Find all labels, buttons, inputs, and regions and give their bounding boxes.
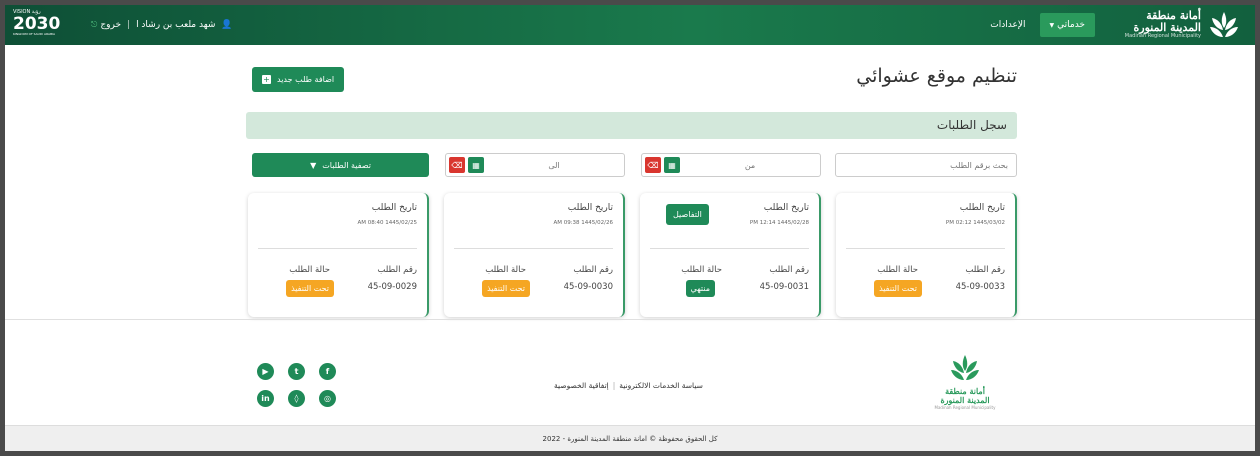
status-badge: تحت التنفيذ <box>482 280 530 297</box>
top-header: أمانة منطقة المدينة المنورة Madinah Regi… <box>5 5 1255 45</box>
privacy-link[interactable]: إتفاقية الخصوصية <box>554 381 609 390</box>
logout-icon: ⎋ <box>91 20 98 29</box>
date-from-field[interactable]: ⌫ ▦ من <box>641 153 821 177</box>
copyright-bar: كل الحقوق محفوظة © امانة منطقة المدينة ا… <box>5 425 1255 451</box>
brand-logo[interactable]: أمانة منطقة المدينة المنورة Madinah Regi… <box>1125 9 1241 41</box>
footer-links: سياسة الخدمات الالكترونية | إتفاقية الخص… <box>554 381 703 390</box>
footer-brand-line2: المدينة المنورة <box>940 394 990 405</box>
request-card: تاريخ الطلب AM 08:40 1445/02/25 رقم الطل… <box>248 193 429 317</box>
clear-date-icon[interactable]: ⌫ <box>645 157 661 173</box>
status-badge: تحت التنفيذ <box>874 280 922 297</box>
main-nav: خدماتي ▼ الإعدادات <box>990 5 1095 45</box>
status-label: حالة الطلب <box>681 265 722 275</box>
request-card: تاريخ الطلب AM 09:38 1445/02/26 رقم الطل… <box>444 193 625 317</box>
twitter-icon[interactable]: t <box>288 363 305 380</box>
request-datetime: AM 08:40 1445/02/25 <box>357 220 417 226</box>
nav-my-services[interactable]: خدماتي ▼ <box>1039 13 1095 37</box>
footer-logo: أمانة منطقة المدينة المنورة Madinah Regi… <box>923 353 1007 410</box>
request-number: 45-09-0030 <box>563 282 613 292</box>
user-separator: | <box>127 20 131 30</box>
date-label: تاريخ الطلب <box>371 203 417 213</box>
date-to-field[interactable]: ⌫ ▦ الى <box>445 153 625 177</box>
vision-sub: KINGDOM OF SAUDI ARABIA <box>13 32 56 36</box>
logout-label: خروج <box>100 20 122 30</box>
youtube-icon[interactable]: ▶ <box>257 363 274 380</box>
status-label: حالة الطلب <box>289 265 330 275</box>
status-label: حالة الطلب <box>877 265 918 275</box>
plus-square-icon: + <box>262 75 271 84</box>
status-badge: منتهي <box>685 280 715 297</box>
nav-settings[interactable]: الإعدادات <box>990 20 1025 30</box>
request-number: 45-09-0031 <box>759 282 809 292</box>
add-request-button[interactable]: اضافة طلب جديد + <box>252 67 345 92</box>
date-label: تاريخ الطلب <box>959 203 1005 213</box>
request-card: تاريخ الطلب PM 02:12 1445/03/02 رقم الطل… <box>836 193 1017 317</box>
filter-requests-button[interactable]: تصفية الطلبات ▼ <box>252 153 429 177</box>
vision-2030-logo: VISION رؤية 2030 KINGDOM OF SAUDI ARABIA <box>13 9 73 41</box>
links-separator: | <box>612 381 616 390</box>
number-label: رقم الطلب <box>965 265 1005 275</box>
date-to-label: الى <box>548 160 560 170</box>
user-icon: 👤 <box>221 20 233 30</box>
request-datetime: PM 12:14 1445/02/28 <box>749 220 809 226</box>
footer-brand-en: Madinah Regional Municipality <box>934 404 996 410</box>
add-request-label: اضافة طلب جديد <box>277 75 335 84</box>
card-divider <box>454 248 613 249</box>
footer-divider <box>5 319 1255 320</box>
number-label: رقم الطلب <box>377 265 417 275</box>
card-divider <box>258 248 417 249</box>
request-number: 45-09-0033 <box>955 282 1005 292</box>
vision-number: 2030 <box>13 14 61 34</box>
date-label: تاريخ الطلب <box>567 203 613 213</box>
brand-en: Madinah Regional Municipality <box>1124 33 1201 40</box>
number-label: رقم الطلب <box>769 265 809 275</box>
user-name: شهد ملعب بن رشاد ا <box>136 20 216 30</box>
date-from-label: من <box>744 160 756 170</box>
funnel-icon: ▼ <box>310 160 317 170</box>
requests-cards: تاريخ الطلب PM 02:12 1445/03/02 رقم الطل… <box>246 193 1017 323</box>
nav-my-services-label: خدماتي <box>1057 20 1085 30</box>
request-number: 45-09-0029 <box>367 282 417 292</box>
request-datetime: AM 09:38 1445/02/26 <box>553 220 613 226</box>
app-frame: أمانة منطقة المدينة المنورة Madinah Regi… <box>5 5 1255 451</box>
clear-date-icon[interactable]: ⌫ <box>449 157 465 173</box>
municipality-leaf-icon <box>951 355 979 380</box>
caret-down-icon: ▼ <box>1049 21 1055 29</box>
municipality-leaf-icon <box>1210 12 1238 37</box>
card-divider <box>846 248 1005 249</box>
snapchat-icon[interactable]: ◊ <box>288 390 305 407</box>
eservices-policy-link[interactable]: سياسة الخدمات الالكترونية <box>619 381 703 390</box>
card-divider <box>650 248 809 249</box>
calendar-icon[interactable]: ▦ <box>664 157 680 173</box>
date-label: تاريخ الطلب <box>763 203 809 213</box>
requests-log-bar: سجل الطلبات <box>246 112 1017 139</box>
filters-row: ⌫ ▦ من ⌫ ▦ الى تصفية الطلبات ▼ <box>246 153 1017 177</box>
instagram-icon[interactable]: ◎ <box>319 390 336 407</box>
request-datetime: PM 02:12 1445/03/02 <box>945 220 1005 226</box>
logout-link[interactable]: خروج ⎋ <box>91 20 121 30</box>
search-input[interactable] <box>835 153 1017 177</box>
details-button[interactable]: التفاصيل <box>666 204 709 225</box>
linkedin-icon[interactable]: in <box>257 390 274 407</box>
request-card: تاريخ الطلب PM 12:14 1445/02/28 التفاصيل… <box>640 193 821 317</box>
page-title: تنظيم موقع عشوائي <box>856 65 1017 87</box>
status-badge: تحت التنفيذ <box>286 280 334 297</box>
number-label: رقم الطلب <box>573 265 613 275</box>
filter-label: تصفية الطلبات <box>322 160 371 170</box>
status-label: حالة الطلب <box>485 265 526 275</box>
user-area: 👤 شهد ملعب بن رشاد ا | خروج ⎋ <box>91 5 233 45</box>
facebook-icon[interactable]: f <box>319 363 336 380</box>
calendar-icon[interactable]: ▦ <box>468 157 484 173</box>
section-title: سجل الطلبات <box>936 118 1007 132</box>
